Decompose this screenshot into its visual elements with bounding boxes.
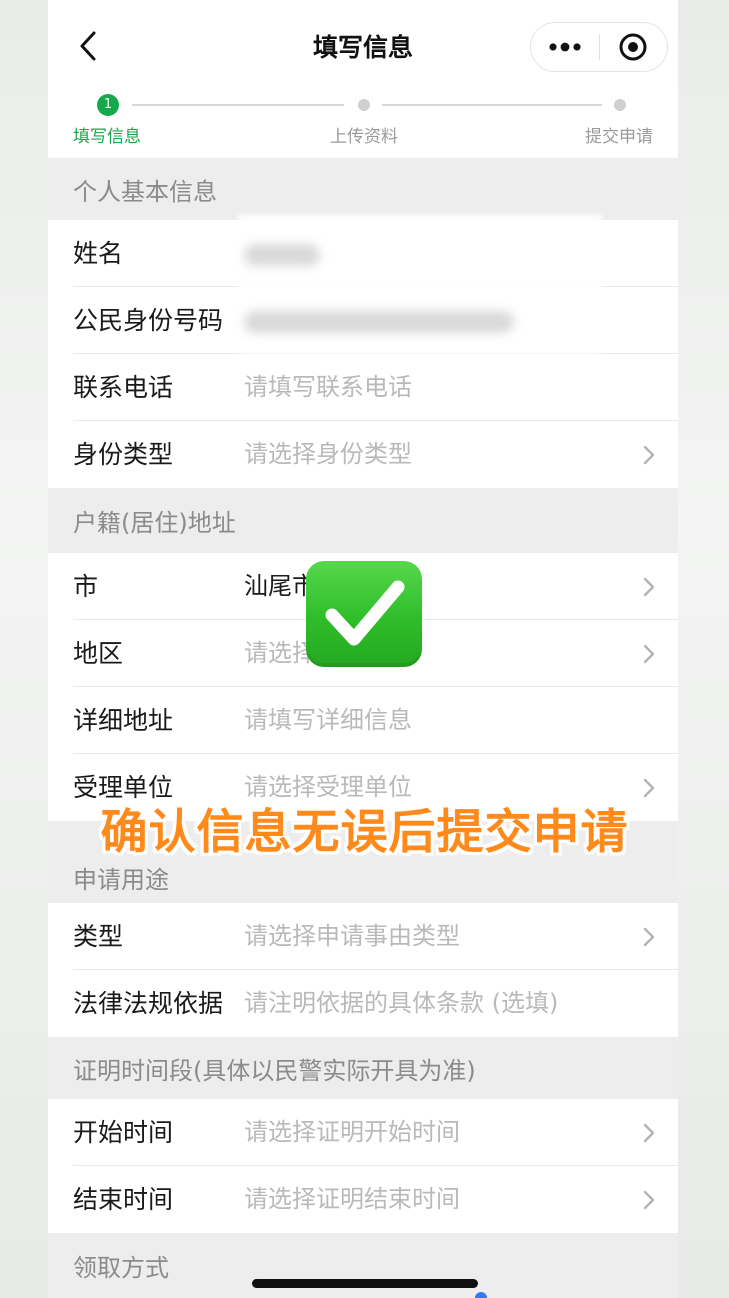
section-header-period: 证明时间段(具体以民警实际开具为准) xyxy=(48,1037,678,1099)
chevron-right-icon xyxy=(643,445,655,465)
redacted-name-value xyxy=(244,244,320,266)
section-header-pickup: 领取方式 xyxy=(48,1233,678,1298)
check-mark-button-emoji-icon xyxy=(306,561,422,667)
field-label: 结束时间 xyxy=(73,1185,174,1214)
field-label: 身份类型 xyxy=(73,440,174,469)
target-circle-icon xyxy=(619,33,647,61)
progress-steps: 1 填写信息 上传资料 提交申请 xyxy=(48,92,678,158)
legal-basis-input[interactable]: 请注明依据的具体条款 (选填) xyxy=(244,970,558,1037)
more-button[interactable] xyxy=(531,23,599,71)
field-label: 类型 xyxy=(73,922,124,951)
chevron-right-icon xyxy=(643,927,655,947)
identity-type-select[interactable]: 请选择身份类型 xyxy=(244,421,412,488)
step-connector xyxy=(132,104,344,106)
form-row-start-time[interactable]: 开始时间 请选择证明开始时间 xyxy=(48,1099,678,1166)
step-3-indicator xyxy=(614,99,626,111)
section-header-personal: 个人基本信息 xyxy=(48,158,678,220)
step-connector xyxy=(382,104,602,106)
chevron-right-icon xyxy=(643,644,655,664)
step-2-indicator xyxy=(358,99,370,111)
step-3-label: 提交申请 xyxy=(585,127,653,147)
field-label: 法律法规依据 xyxy=(73,989,224,1018)
field-label: 开始时间 xyxy=(73,1118,174,1147)
form-row-end-time[interactable]: 结束时间 请选择证明结束时间 xyxy=(48,1166,678,1233)
check-mark-icon xyxy=(325,580,405,646)
end-time-select[interactable]: 请选择证明结束时间 xyxy=(244,1166,460,1233)
touch-indicator xyxy=(475,1292,487,1298)
field-label: 详细地址 xyxy=(73,706,174,735)
form-row-legal-basis[interactable]: 法律法规依据 请注明依据的具体条款 (选填) xyxy=(48,970,678,1037)
more-dots-icon xyxy=(549,42,581,52)
close-mini-program-button[interactable] xyxy=(600,23,668,71)
field-label: 地区 xyxy=(73,639,124,668)
field-label: 姓名 xyxy=(73,239,124,268)
field-label: 市 xyxy=(73,572,99,601)
field-label: 联系电话 xyxy=(73,373,174,402)
detail-address-input[interactable]: 请填写详细信息 xyxy=(244,687,412,754)
chevron-right-icon xyxy=(643,1123,655,1143)
chevron-right-icon xyxy=(643,1190,655,1210)
blurred-backdrop-left xyxy=(0,0,48,1298)
home-indicator xyxy=(252,1279,478,1288)
step-1-indicator: 1 xyxy=(97,94,119,116)
purpose-type-select[interactable]: 请选择申请事由类型 xyxy=(244,903,460,970)
redacted-overlay xyxy=(238,214,602,354)
chevron-right-icon xyxy=(643,577,655,597)
field-label: 公民身份号码 xyxy=(73,306,224,335)
section-header-address: 户籍(居住)地址 xyxy=(48,488,678,553)
phone-input[interactable]: 请填写联系电话 xyxy=(244,354,412,421)
form-row-detail-address[interactable]: 详细地址 请填写详细信息 xyxy=(48,687,678,754)
instruction-caption: 确认信息无误后提交申请 xyxy=(100,805,629,860)
start-time-select[interactable]: 请选择证明开始时间 xyxy=(244,1099,460,1166)
form-row-identity-type[interactable]: 身份类型 请选择身份类型 xyxy=(48,421,678,488)
mini-program-capsule xyxy=(530,22,668,72)
step-2-label: 上传资料 xyxy=(330,127,398,147)
blurred-backdrop-right xyxy=(678,0,729,1298)
redacted-id-value xyxy=(244,311,514,333)
form-row-purpose-type[interactable]: 类型 请选择申请事由类型 xyxy=(48,903,678,970)
form-row-phone[interactable]: 联系电话 请填写联系电话 xyxy=(48,354,678,421)
navigation-bar: 填写信息 xyxy=(48,0,678,92)
step-1-label: 填写信息 xyxy=(73,127,141,147)
